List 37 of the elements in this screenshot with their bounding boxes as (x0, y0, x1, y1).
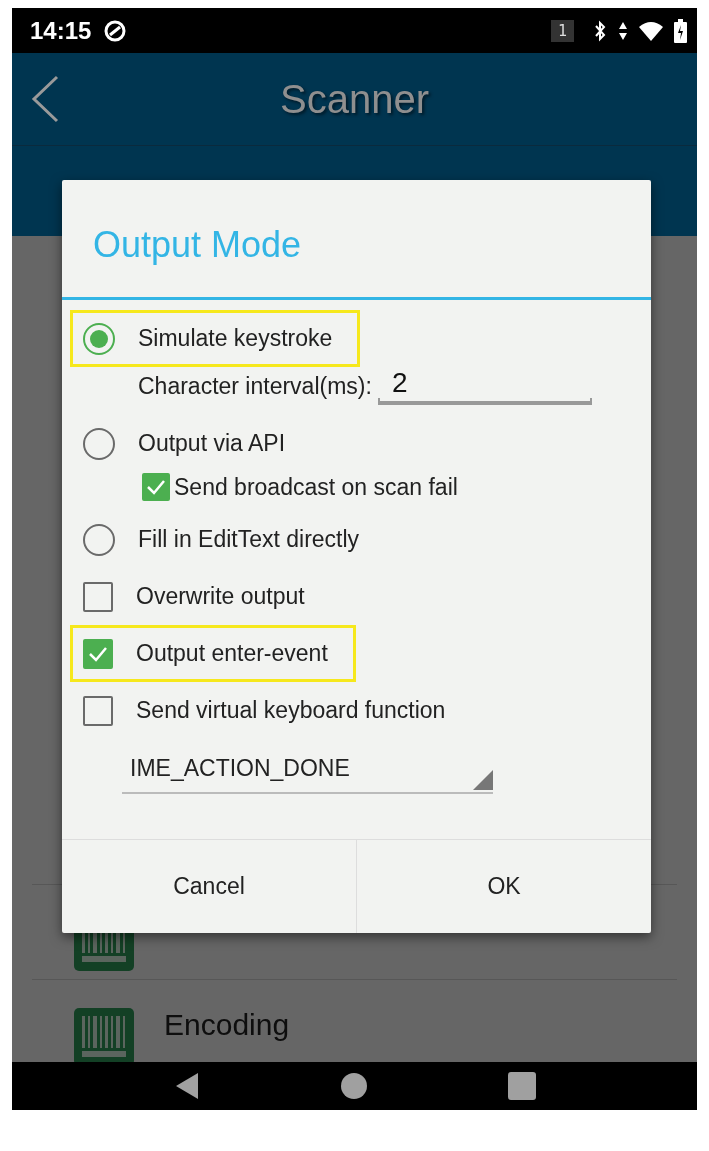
home-nav-button[interactable] (339, 1072, 368, 1100)
field-label: Character interval(ms): (138, 372, 372, 400)
dialog-title: Output Mode (62, 180, 651, 300)
option-label: Send virtual keyboard function (136, 697, 446, 724)
square-icon (507, 1072, 536, 1100)
ok-button[interactable]: OK (356, 840, 651, 933)
check-icon (88, 645, 108, 662)
wifi-icon (638, 19, 664, 42)
option-label: Output enter-event (136, 640, 328, 667)
checkbox[interactable] (142, 473, 170, 501)
dropdown[interactable]: IME_ACTION_DONE (122, 744, 493, 794)
checkbox[interactable] (83, 695, 113, 726)
dropdown-value: IME_ACTION_DONE (130, 754, 350, 782)
circle-status-icon (103, 18, 128, 43)
dropdown-corner-icon (473, 770, 493, 790)
option-label: Simulate keystroke (138, 325, 333, 352)
radio-button[interactable] (83, 523, 115, 556)
sim-badge: 1 (550, 19, 574, 42)
bluetooth-icon (592, 19, 608, 42)
option-label: Fill in EditText directly (138, 526, 360, 553)
option-label: Overwrite output (136, 583, 305, 610)
app-title: Scanner (280, 76, 429, 122)
list-item-title: Encoding (164, 1008, 290, 1042)
back-button[interactable] (30, 75, 60, 123)
battery-icon (674, 18, 687, 43)
checkbox[interactable] (83, 638, 113, 669)
recents-nav-button[interactable] (507, 1072, 536, 1100)
option-label: Output via API (138, 430, 286, 457)
check-icon (146, 479, 166, 495)
option-label: Send broadcast on scan fail (174, 473, 458, 501)
cancel-button[interactable]: Cancel (62, 840, 356, 933)
radio-button[interactable] (83, 427, 115, 460)
circle-icon (339, 1072, 368, 1100)
checkbox[interactable] (83, 581, 113, 612)
back-chevron-icon (30, 75, 60, 123)
clock-time: 14:15 (30, 16, 92, 45)
radio-button[interactable] (83, 322, 115, 355)
